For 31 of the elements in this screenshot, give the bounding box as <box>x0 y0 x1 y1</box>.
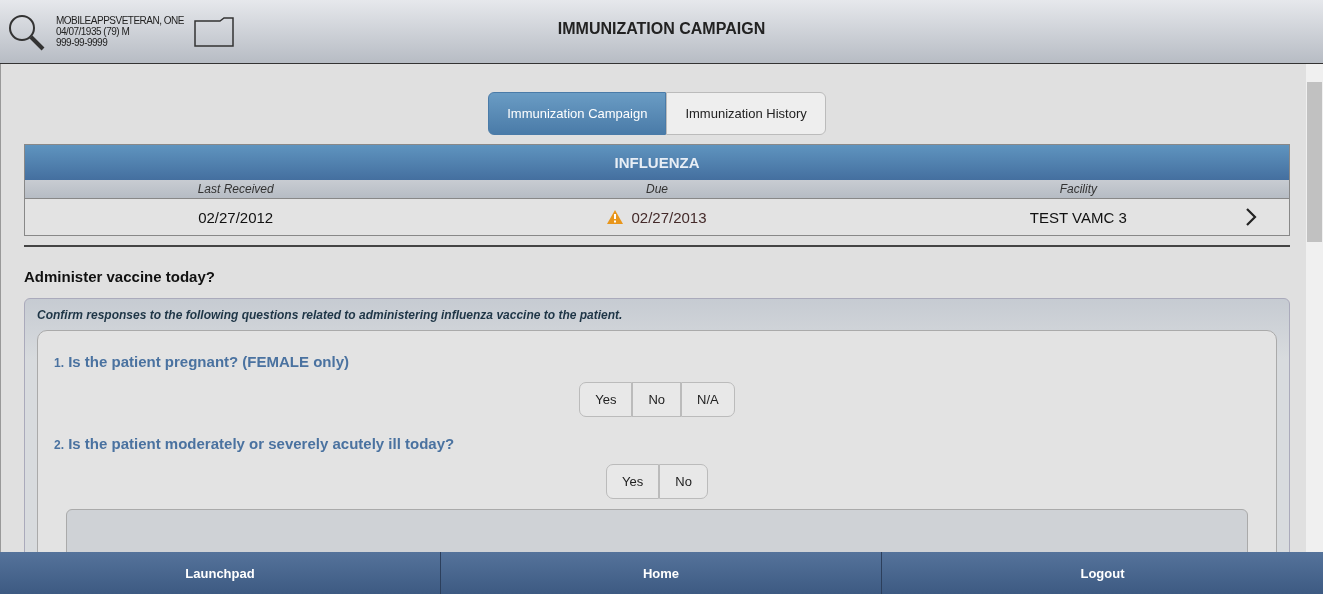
chevron-right-icon <box>1245 208 1257 226</box>
patient-ssn: 999-99-9999 <box>56 37 108 48</box>
tab[interactable]: Immunization History <box>666 92 826 135</box>
footer-button[interactable]: Logout <box>882 552 1323 594</box>
tab[interactable]: Immunization Campaign <box>488 92 667 135</box>
footer-button[interactable]: Launchpad <box>0 552 441 594</box>
vaccine-row[interactable]: 02/27/2012 02/27/2013 TEST VAMC 3 <box>25 199 1289 235</box>
question-number: 1. <box>54 356 64 370</box>
footer-button[interactable]: Home <box>441 552 882 594</box>
column-header: Last Received <box>196 181 275 198</box>
answer-option[interactable]: Yes <box>579 382 633 417</box>
folder-icon[interactable] <box>193 16 234 47</box>
answer-option[interactable]: Yes <box>606 464 660 499</box>
question-number: 2. <box>54 438 64 452</box>
section-title: Administer vaccine today? <box>24 268 216 285</box>
scrollbar[interactable] <box>1306 64 1323 552</box>
answer-option[interactable]: No <box>659 464 708 499</box>
table-cell: TEST VAMC 3 <box>1029 208 1127 226</box>
column-header: Due <box>645 181 669 198</box>
instructions-text: Confirm responses to the following questions related to administering influenza vaccine to the patient. <box>37 308 624 322</box>
column-header: Facility <box>1058 181 1099 198</box>
vaccine-title: INFLUENZA <box>25 145 1289 180</box>
question-text: Is the patient moderately or severely acutely ill today? <box>68 435 455 452</box>
due-date: 02/27/2013 <box>631 208 707 226</box>
table-cell: 02/27/2012 <box>198 208 274 226</box>
patient-dob: 04/07/1935 (79) M <box>56 26 131 37</box>
page-title: IMMUNIZATION CAMPAIGN <box>557 20 766 38</box>
question-text: Is the patient pregnant? (FEMALE only) <box>68 353 350 370</box>
patient-name: MOBILEAPPSVETERAN, ONE <box>56 15 184 26</box>
answer-option[interactable]: No <box>632 382 682 417</box>
answer-option[interactable]: N/A <box>681 382 735 417</box>
